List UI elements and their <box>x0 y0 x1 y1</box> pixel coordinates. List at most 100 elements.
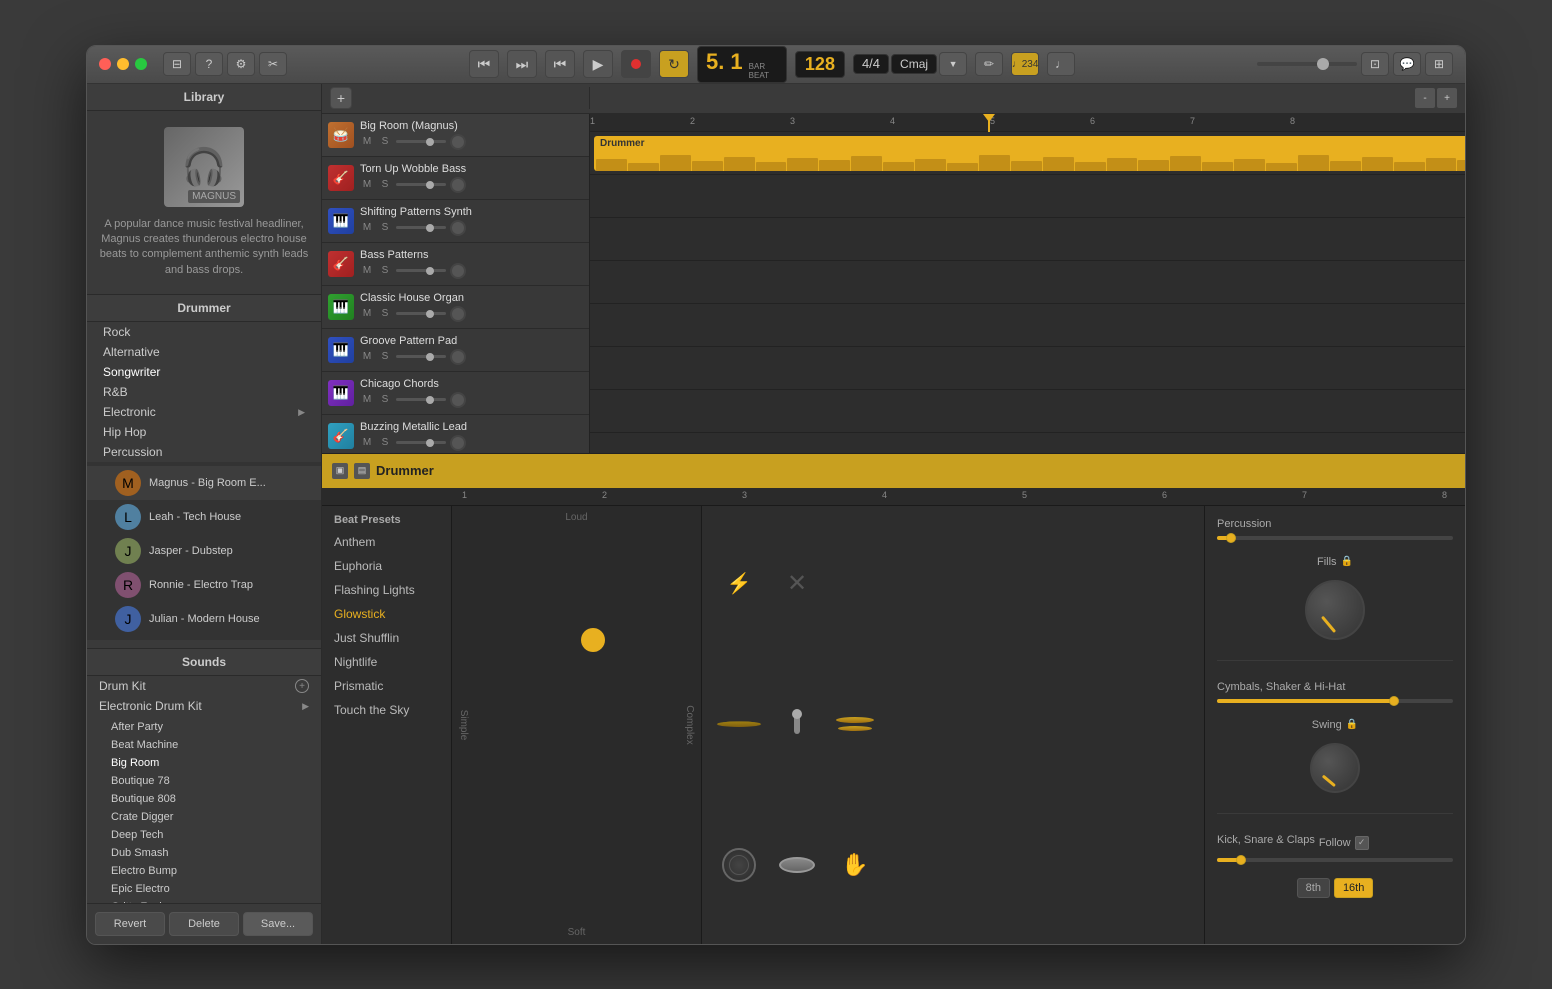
timeline-ruler[interactable]: 1 2 3 4 5 6 7 8 <box>590 114 1465 132</box>
preset-nightlife[interactable]: Nightlife <box>322 650 451 674</box>
mute-0[interactable]: M <box>360 135 374 149</box>
fader-6[interactable] <box>396 398 446 401</box>
skip-back-button[interactable]: ⏮ <box>545 50 575 78</box>
cycle-button[interactable]: ↻ <box>659 50 689 78</box>
pan-1[interactable] <box>450 177 466 193</box>
genre-percussion[interactable]: Percussion <box>87 442 321 462</box>
genre-rb[interactable]: R&B <box>87 382 321 402</box>
time-signature[interactable]: 4/4 <box>853 54 889 74</box>
sound-deep-tech[interactable]: Deep Tech <box>87 826 321 844</box>
tuner-button[interactable]: ♩234 <box>1011 52 1039 76</box>
sound-crate-digger[interactable]: Crate Digger <box>87 808 321 826</box>
position-display[interactable]: 5. 1 BAR BEAT <box>697 46 787 83</box>
solo-6[interactable]: S <box>378 393 392 407</box>
pad-circle[interactable] <box>581 628 605 652</box>
sound-electro-bump[interactable]: Electro Bump <box>87 862 321 880</box>
maximize-button[interactable] <box>135 58 147 70</box>
pan-6[interactable] <box>450 392 466 408</box>
preset-touch-the-sky[interactable]: Touch the Sky <box>322 698 451 722</box>
mute-1[interactable]: M <box>360 178 374 192</box>
preset-euphoria[interactable]: Euphoria <box>322 554 451 578</box>
pan-5[interactable] <box>450 349 466 365</box>
genre-alternative[interactable]: Alternative <box>87 342 321 362</box>
zoom-in-button[interactable]: + <box>1437 88 1457 108</box>
help-button[interactable]: ? <box>195 52 223 76</box>
mute-2[interactable]: M <box>360 221 374 235</box>
genre-rock[interactable]: Rock <box>87 322 321 342</box>
preset-flashing-lights[interactable]: Flashing Lights <box>322 578 451 602</box>
revert-button[interactable]: Revert <box>95 912 165 936</box>
solo-2[interactable]: S <box>378 221 392 235</box>
pan-3[interactable] <box>450 263 466 279</box>
drummer-julian[interactable]: J Julian - Modern House <box>87 602 321 636</box>
drum-kit-category[interactable]: Drum Kit + <box>87 676 321 696</box>
preset-anthem[interactable]: Anthem <box>322 530 451 554</box>
preset-just-shufflin[interactable]: Just Shufflin <box>322 626 451 650</box>
settings-button[interactable]: ⚙ <box>227 52 255 76</box>
fast-forward-button[interactable]: ⏭ <box>507 50 537 78</box>
eighth-note-button[interactable]: 8th <box>1297 878 1330 898</box>
swing-lock-icon[interactable]: 🔒 <box>1346 719 1358 730</box>
fader-7[interactable] <box>396 441 446 444</box>
kick-slider[interactable] <box>1217 858 1453 862</box>
delete-button[interactable]: Delete <box>169 912 239 936</box>
pan-4[interactable] <box>450 306 466 322</box>
sound-beat-machine[interactable]: Beat Machine <box>87 736 321 754</box>
drummer-leah[interactable]: L Leah - Tech House <box>87 500 321 534</box>
track-shifting-patterns[interactable]: 🎹 Shifting Patterns Synth M S <box>322 200 589 243</box>
drummer-region[interactable]: Drummer <box>594 136 1465 171</box>
sound-after-party[interactable]: After Party <box>87 718 321 736</box>
track-classic-organ[interactable]: 🎹 Classic House Organ M S <box>322 286 589 329</box>
mute-3[interactable]: M <box>360 264 374 278</box>
add-track-button[interactable]: + <box>330 87 352 109</box>
solo-0[interactable]: S <box>378 135 392 149</box>
genre-electronic[interactable]: Electronic <box>87 402 321 422</box>
fader-2[interactable] <box>396 226 446 229</box>
sound-big-room[interactable]: Big Room <box>87 754 321 772</box>
solo-7[interactable]: S <box>378 436 392 450</box>
track-bass-patterns[interactable]: 🎸 Bass Patterns M S <box>322 243 589 286</box>
pan-0[interactable] <box>450 134 466 150</box>
fader-1[interactable] <box>396 183 446 186</box>
fills-knob[interactable] <box>1305 580 1365 640</box>
track-buzzing-lead[interactable]: 🎸 Buzzing Metallic Lead M S <box>322 415 589 453</box>
pan-2[interactable] <box>450 220 466 236</box>
track-groove-pad[interactable]: 🎹 Groove Pattern Pad M S <box>322 329 589 372</box>
metronome-button[interactable]: ♩ <box>1047 52 1075 76</box>
sound-dub-smash[interactable]: Dub Smash <box>87 844 321 862</box>
pan-7[interactable] <box>450 435 466 451</box>
fills-lock-icon[interactable]: 🔒 <box>1341 556 1353 567</box>
fader-3[interactable] <box>396 269 446 272</box>
solo-1[interactable]: S <box>378 178 392 192</box>
drummer-ronnie[interactable]: R Ronnie - Electro Trap <box>87 568 321 602</box>
volume-slider[interactable] <box>1257 62 1357 66</box>
mute-6[interactable]: M <box>360 393 374 407</box>
cymbals-slider[interactable] <box>1217 699 1453 703</box>
genre-hiphop[interactable]: Hip Hop <box>87 422 321 442</box>
library-button[interactable]: ⊟ <box>163 52 191 76</box>
chat-button[interactable]: 💬 <box>1393 52 1421 76</box>
pencil-tool[interactable]: ✏ <box>975 52 1003 76</box>
solo-3[interactable]: S <box>378 264 392 278</box>
save-button[interactable]: Save... <box>243 912 313 936</box>
track-wobble-bass[interactable]: 🎸 Torn Up Wobble Bass M S <box>322 157 589 200</box>
play-button[interactable]: ▶ <box>583 50 613 78</box>
sound-boutique-78[interactable]: Boutique 78 <box>87 772 321 790</box>
percussion-slider[interactable] <box>1217 536 1453 540</box>
pad-canvas[interactable]: Loud Soft Simple Complex <box>452 506 701 944</box>
scissors-button[interactable]: ✂ <box>259 52 287 76</box>
key-dropdown[interactable]: ▼ <box>939 52 967 76</box>
sound-boutique-808[interactable]: Boutique 808 <box>87 790 321 808</box>
drummer-magnus[interactable]: M Magnus - Big Room E... <box>87 466 321 500</box>
track-big-room[interactable]: 🥁 Big Room (Magnus) M S <box>322 114 589 157</box>
genre-songwriter[interactable]: Songwriter <box>87 362 321 382</box>
mute-4[interactable]: M <box>360 307 374 321</box>
add-drum-kit-button[interactable]: + <box>295 679 309 693</box>
rewind-button[interactable]: ⏮ <box>469 50 499 78</box>
preset-prismatic[interactable]: Prismatic <box>322 674 451 698</box>
timeline-tracks[interactable]: Drummer <box>590 132 1465 453</box>
mute-7[interactable]: M <box>360 436 374 450</box>
grid-button[interactable]: ⊞ <box>1425 52 1453 76</box>
share-button[interactable]: ⊡ <box>1361 52 1389 76</box>
key-display[interactable]: Cmaj <box>891 54 937 74</box>
